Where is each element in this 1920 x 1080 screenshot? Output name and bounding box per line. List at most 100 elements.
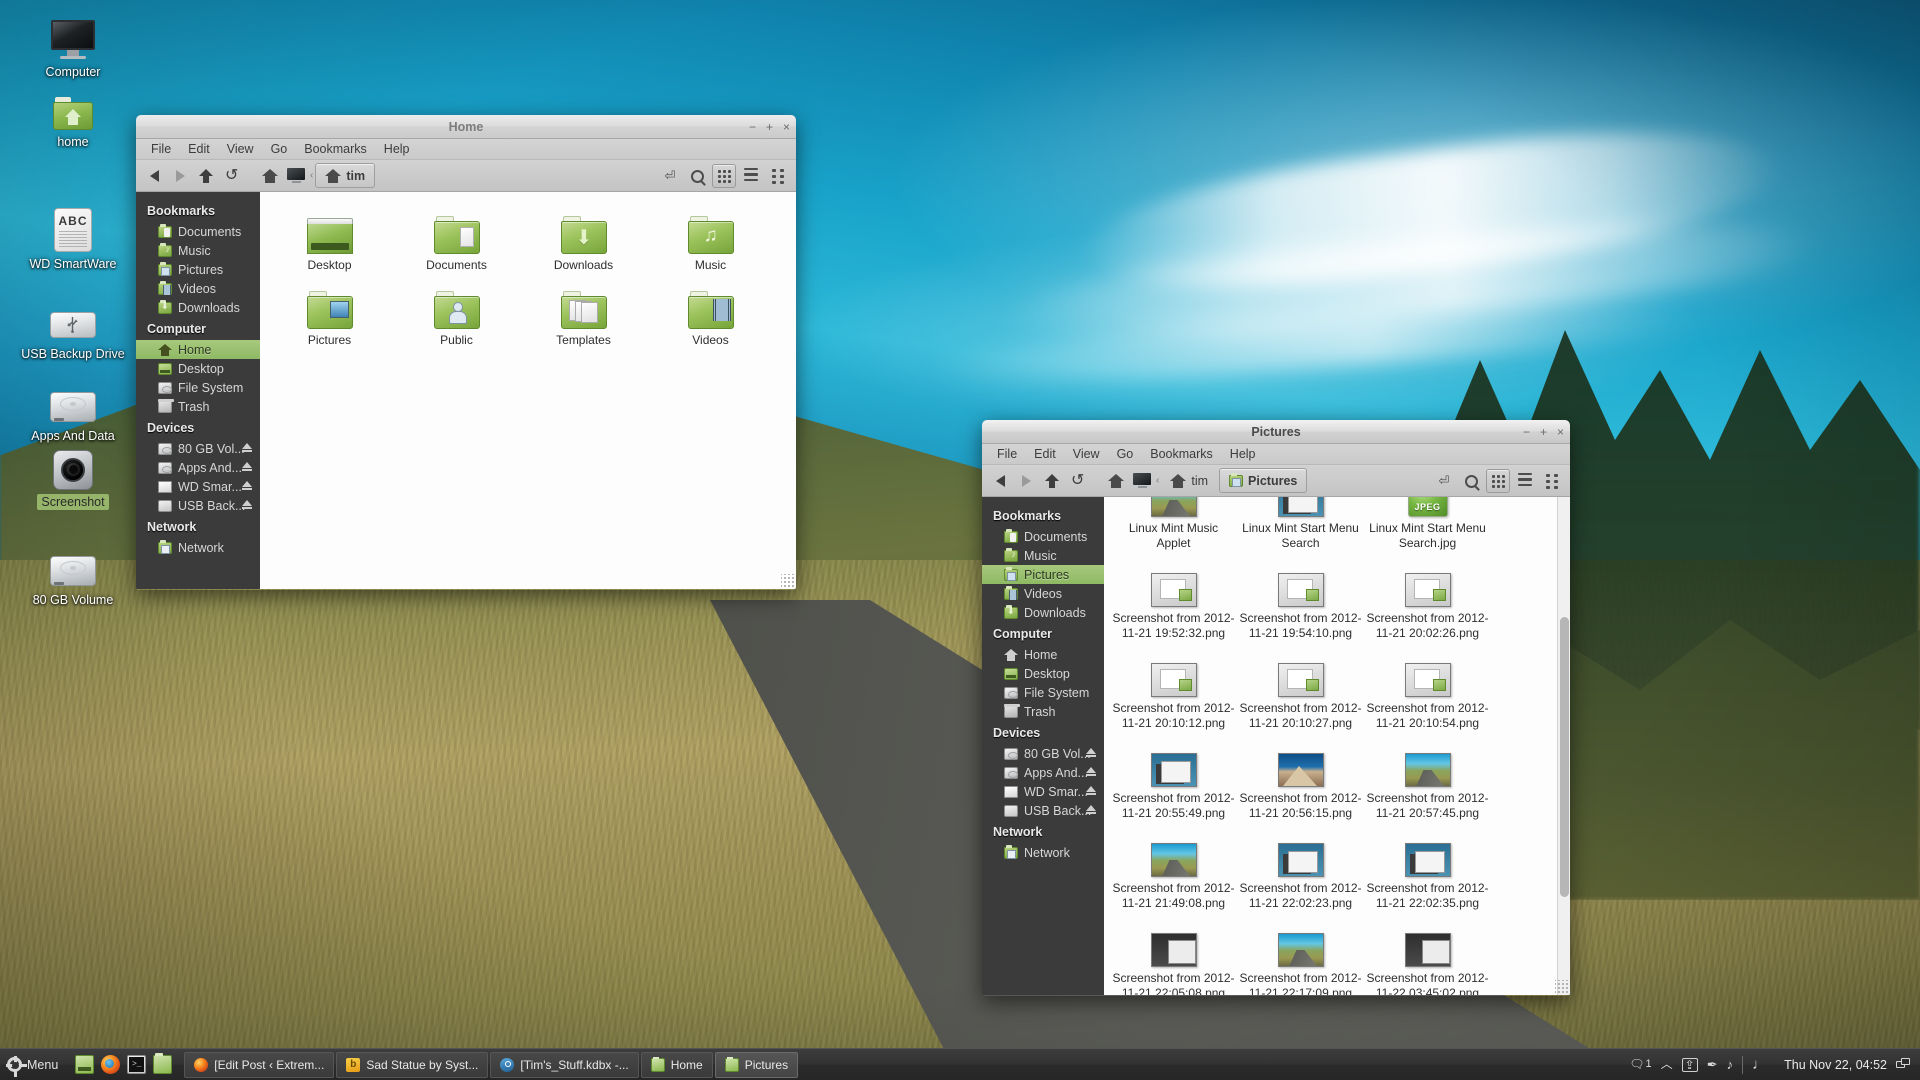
file-item[interactable]: Screenshot from 2012-11-21 22:05:08.png [1110,915,1237,995]
file-item[interactable]: Screenshot from 2012-11-22 03:45:02.png [1364,915,1491,995]
taskbar-window-button[interactable]: [Tim's_Stuff.kdbx -... [490,1052,638,1078]
file-item[interactable]: Documents [393,202,520,277]
search-button[interactable] [1459,469,1483,493]
sidebar-item-apps-and[interactable]: Apps And... [136,458,260,477]
reload-button[interactable]: ↻ [220,164,244,188]
list-view-button[interactable] [1513,469,1537,493]
sidebar-item-pictures[interactable]: Pictures [982,565,1104,584]
reload-button[interactable]: ↻ [1066,469,1090,493]
update-manager-icon[interactable]: ⇪ [1682,1058,1698,1072]
icon-view-button[interactable] [1486,469,1510,493]
sidebar-item-music[interactable]: Music [982,546,1104,565]
file-item[interactable]: Videos [647,277,774,352]
menu-help[interactable]: Help [1223,446,1263,462]
computer-breadcrumb-button[interactable] [284,164,308,188]
file-item[interactable]: ♫Music [647,202,774,277]
forward-button[interactable] [168,164,192,188]
file-item[interactable]: Screenshot from 2012-11-21 20:10:12.png [1110,645,1237,735]
menu-file[interactable]: File [144,141,178,157]
compact-view-button[interactable] [1540,469,1564,493]
compact-view-button[interactable] [766,164,790,188]
sidebar-item-wd-smar[interactable]: WD Smar... [982,782,1104,801]
sidebar-item-music[interactable]: Music [136,241,260,260]
show-desktop-icon[interactable] [75,1055,94,1074]
menu-go[interactable]: Go [264,141,295,157]
desktop-icon-wd-smartware[interactable]: ABC WD SmartWare [8,206,138,272]
sidebar-item-pictures[interactable]: Pictures [136,260,260,279]
back-button[interactable] [988,469,1012,493]
file-item[interactable]: JPEGLinux Mint Start Menu Search.jpg [1364,497,1491,555]
forward-button[interactable] [1014,469,1038,493]
vertical-scrollbar[interactable] [1557,497,1570,995]
desktop-icon-80gb-volume[interactable]: 80 GB Volume [8,542,138,608]
sidebar-item-usb-back[interactable]: USB Back... [982,801,1104,820]
file-item[interactable]: Templates [520,277,647,352]
file-item[interactable]: Pictures [266,277,393,352]
back-button[interactable] [142,164,166,188]
icon-view-button[interactable] [712,164,736,188]
taskbar-window-button[interactable]: bSad Statue by Syst... [336,1052,488,1078]
pictures-window-titlebar[interactable]: Pictures − + × [982,420,1570,444]
brush-icon[interactable]: ✒ [1707,1058,1718,1071]
sidebar-item-downloads[interactable]: Downloads [982,603,1104,622]
menu-view[interactable]: View [1066,446,1107,462]
resize-grip[interactable] [1555,980,1569,994]
file-item[interactable]: Desktop [266,202,393,277]
eject-icon[interactable] [1086,786,1096,792]
pictures-file-grid[interactable]: Linux Mint Music AppletLinux Mint Start … [1104,497,1570,995]
clock[interactable]: Thu Nov 22, 04:52 [1775,1058,1896,1072]
menu-view[interactable]: View [220,141,261,157]
open-terminal-button[interactable]: ⏎ [1432,469,1456,493]
resize-grip[interactable] [781,574,795,588]
music-note-icon[interactable]: ♪ [1727,1058,1734,1071]
taskbar-window-button[interactable]: Home [641,1052,713,1078]
home-breadcrumb-button[interactable] [258,164,282,188]
file-item[interactable]: Screenshot from 2012-11-21 19:54:10.png [1237,555,1364,645]
sidebar-item-file-system[interactable]: File System [136,378,260,397]
maximize-button[interactable]: + [766,121,773,133]
menu-button[interactable]: Menu [0,1049,67,1080]
chevron-up-icon[interactable]: ︿ [1661,1058,1673,1071]
minimize-button[interactable]: − [1523,426,1530,438]
eject-icon[interactable] [1086,767,1096,773]
file-item[interactable]: ⬇Downloads [520,202,647,277]
sidebar-item-documents[interactable]: Documents [136,222,260,241]
sidebar-item-trash[interactable]: Trash [982,702,1104,721]
file-item[interactable]: Screenshot from 2012-11-21 20:55:49.png [1110,735,1237,825]
home-content-area[interactable]: DesktopDocuments⬇Downloads♫Music Pictures… [260,192,796,589]
sidebar-item-80-gb-vol[interactable]: 80 GB Vol... [982,744,1104,763]
sidebar-item-home[interactable]: Home [136,340,260,359]
taskbar-window-button[interactable]: [Edit Post ‹ Extrem... [184,1052,334,1078]
close-button[interactable]: × [783,121,790,133]
eject-icon[interactable] [1086,748,1096,754]
up-button[interactable] [1040,469,1064,493]
taskbar-window-button[interactable]: Pictures [715,1052,798,1078]
chat-icon[interactable]: 🗨1 [1629,1058,1651,1071]
file-item[interactable]: Screenshot from 2012-11-21 20:10:54.png [1364,645,1491,735]
file-item[interactable]: Screenshot from 2012-11-21 20:02:26.png [1364,555,1491,645]
menu-edit[interactable]: Edit [1027,446,1063,462]
sidebar-item-videos[interactable]: Videos [982,584,1104,603]
computer-breadcrumb-button[interactable] [1130,469,1154,493]
list-view-button[interactable] [739,164,763,188]
eject-icon[interactable] [242,462,252,468]
sidebar-item-desktop[interactable]: Desktop [136,359,260,378]
sidebar-item-network[interactable]: Network [982,843,1104,862]
file-item[interactable]: Screenshot from 2012-11-21 22:02:23.png [1237,825,1364,915]
sidebar-item-network[interactable]: Network [136,538,260,557]
eject-icon[interactable] [1086,805,1096,811]
sidebar-item-file-system[interactable]: File System [982,683,1104,702]
file-item[interactable]: Screenshot from 2012-11-21 20:56:15.png [1237,735,1364,825]
file-item[interactable]: Screenshot from 2012-11-21 20:57:45.png [1364,735,1491,825]
home-file-manager-window[interactable]: Home − + × File Edit View Go Bookmarks H… [136,115,796,590]
home-file-grid[interactable]: DesktopDocuments⬇Downloads♫Music Pictures… [260,192,796,352]
sidebar-item-80-gb-vol[interactable]: 80 GB Vol... [136,439,260,458]
desktop-icon-screenshot[interactable]: Screenshot [8,444,138,510]
maximize-button[interactable]: + [1540,426,1547,438]
menu-bookmarks[interactable]: Bookmarks [1143,446,1220,462]
scrollbar-thumb[interactable] [1560,617,1569,897]
menu-edit[interactable]: Edit [181,141,217,157]
eject-icon[interactable] [242,481,252,487]
menu-help[interactable]: Help [377,141,417,157]
home-window-titlebar[interactable]: Home − + × [136,115,796,139]
